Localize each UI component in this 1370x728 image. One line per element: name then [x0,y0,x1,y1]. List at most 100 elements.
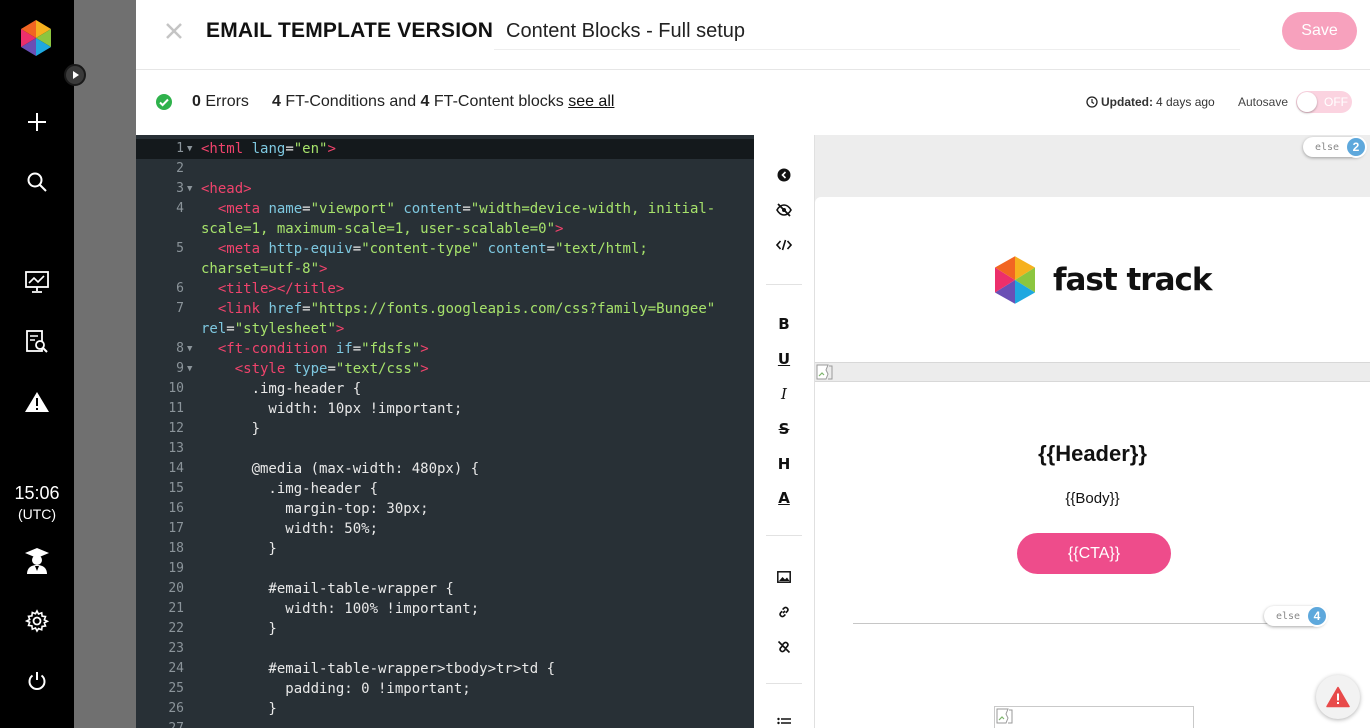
line-number: 6 [176,281,184,296]
strikethrough-button[interactable]: S [772,417,796,441]
toolbar-divider [766,284,802,285]
list-button[interactable] [772,711,796,728]
updated-value: 4 days ago [1156,95,1215,109]
code-line[interactable]: 7 <link href="https://fonts.googleapis.c… [136,299,754,319]
backdrop [74,0,136,728]
close-button[interactable] [162,19,186,43]
code-line[interactable]: 14 @media (max-width: 480px) { [136,459,754,479]
code-line[interactable]: 21 width: 100% !important; [136,599,754,619]
body-placeholder[interactable]: {{Body}} [815,490,1370,507]
fold-arrow-icon[interactable]: ▼ [187,179,192,199]
template-name-input[interactable] [494,14,1240,50]
logout-button[interactable] [22,666,52,696]
toolbar-divider [766,683,802,684]
monitor-chart-icon [25,271,49,293]
code-line[interactable]: 16 margin-top: 30px; [136,499,754,519]
code-line[interactable]: 3 ▼ <head> [136,179,754,199]
else-condition-badge[interactable]: else 2 [1303,136,1367,158]
code-line[interactable]: 17 width: 50%; [136,519,754,539]
code-editor[interactable]: 1 ▼ <html lang="en"> 2 3 ▼ <head> 4 <meta … [136,135,754,728]
errors-label: Errors [205,93,249,110]
code-line[interactable]: 18 } [136,539,754,559]
code-line[interactable]: 23 [136,639,754,659]
line-number: 15 [168,481,184,496]
expand-sidebar-button[interactable] [64,64,86,86]
line-number: 17 [168,521,184,536]
code-line[interactable]: 8 ▼ <ft-condition if="fdsfs"> [136,339,754,359]
academy-button[interactable] [22,546,52,576]
code-line[interactable]: 27 [136,719,754,728]
conditions-count: 4 [272,93,281,110]
line-number: 24 [168,661,184,676]
footer-image-placeholder[interactable] [994,706,1194,728]
insert-link-button[interactable] [772,600,796,624]
code-line[interactable]: 13 [136,439,754,459]
power-icon [28,672,46,690]
code-line[interactable]: rel="stylesheet"> [136,319,754,339]
play-icon [73,71,79,79]
fold-arrow-icon[interactable]: ▼ [187,139,192,159]
logo-icon[interactable] [17,19,55,57]
save-button[interactable]: Save [1282,12,1357,50]
line-number: 22 [168,621,184,636]
alerts-button[interactable] [22,387,52,417]
code-line[interactable]: 12 } [136,419,754,439]
bold-button[interactable]: B [772,312,796,336]
fold-arrow-icon[interactable]: ▼ [187,339,192,359]
settings-button[interactable] [22,606,52,636]
line-number: 8 [176,341,184,356]
code-line[interactable]: 11 width: 10px !important; [136,399,754,419]
header-placeholder[interactable]: {{Header}} [815,441,1370,467]
code-line[interactable]: 22 } [136,619,754,639]
toggle-preview-button[interactable] [772,198,796,222]
code-line[interactable]: charset=utf-8"> [136,259,754,279]
code-text: padding: 0 !important; [201,681,471,697]
back-button[interactable] [772,163,796,187]
code-line[interactable]: 1 ▼ <html lang="en"> [136,139,754,159]
code-line[interactable]: 4 <meta name="viewport" content="width=d… [136,199,754,219]
search-button[interactable] [22,167,52,197]
create-button[interactable] [22,107,52,137]
fold-arrow-icon[interactable]: ▼ [187,359,192,379]
code-text: scale=1, maximum-scale=1, user-scalable=… [201,221,564,237]
logo-icon [995,256,1035,304]
cta-button[interactable]: {{CTA}} [1017,533,1171,574]
code-line[interactable]: 5 <meta http-equiv="content-type" conten… [136,239,754,259]
check-circle-icon [155,93,173,111]
autosave-toggle[interactable]: OFF [1296,91,1352,113]
else-condition-badge[interactable]: else 4 [1264,605,1328,627]
line-number: 4 [176,201,184,216]
remove-link-button[interactable] [772,635,796,659]
font-color-button[interactable]: A [772,486,796,510]
code-line[interactable]: 20 #email-table-wrapper { [136,579,754,599]
code-line[interactable]: 25 padding: 0 !important; [136,679,754,699]
code-line[interactable]: 10 .img-header { [136,379,754,399]
code-line[interactable]: 15 .img-header { [136,479,754,499]
header-image-placeholder[interactable] [815,362,1370,382]
code-line[interactable]: 2 [136,159,754,179]
line-number: 21 [168,601,184,616]
errors-status: 0 Errors [192,93,249,111]
code-line[interactable]: 6 <title></title> [136,279,754,299]
code-line[interactable]: 19 [136,559,754,579]
dashboard-button[interactable] [22,267,52,297]
code-line[interactable]: scale=1, maximum-scale=1, user-scalable=… [136,219,754,239]
reports-button[interactable] [22,327,52,357]
code-line[interactable]: 9 ▼ <style type="text/css"> [136,359,754,379]
italic-button[interactable]: I [772,382,796,406]
warning-triangle-icon [1326,686,1350,708]
underline-button[interactable]: U [772,347,796,371]
code-line[interactable]: 24 #email-table-wrapper>tbody>tr>td { [136,659,754,679]
line-number: 7 [176,301,184,316]
list-icon [777,717,791,725]
validation-bar: 0 Errors 4 FT-Conditions and 4 FT-Conten… [136,71,1370,135]
template-editor-panel: EMAIL TEMPLATE VERSION Save 0 Errors 4 F… [136,0,1370,728]
code-text: } [201,621,277,637]
code-line[interactable]: 26 } [136,699,754,719]
see-all-link[interactable]: see all [568,93,614,110]
source-code-button[interactable] [772,233,796,257]
insert-image-button[interactable] [772,565,796,589]
panel-header: EMAIL TEMPLATE VERSION Save [136,0,1370,70]
report-issue-button[interactable] [1316,675,1360,719]
heading-button[interactable]: H [772,452,796,476]
